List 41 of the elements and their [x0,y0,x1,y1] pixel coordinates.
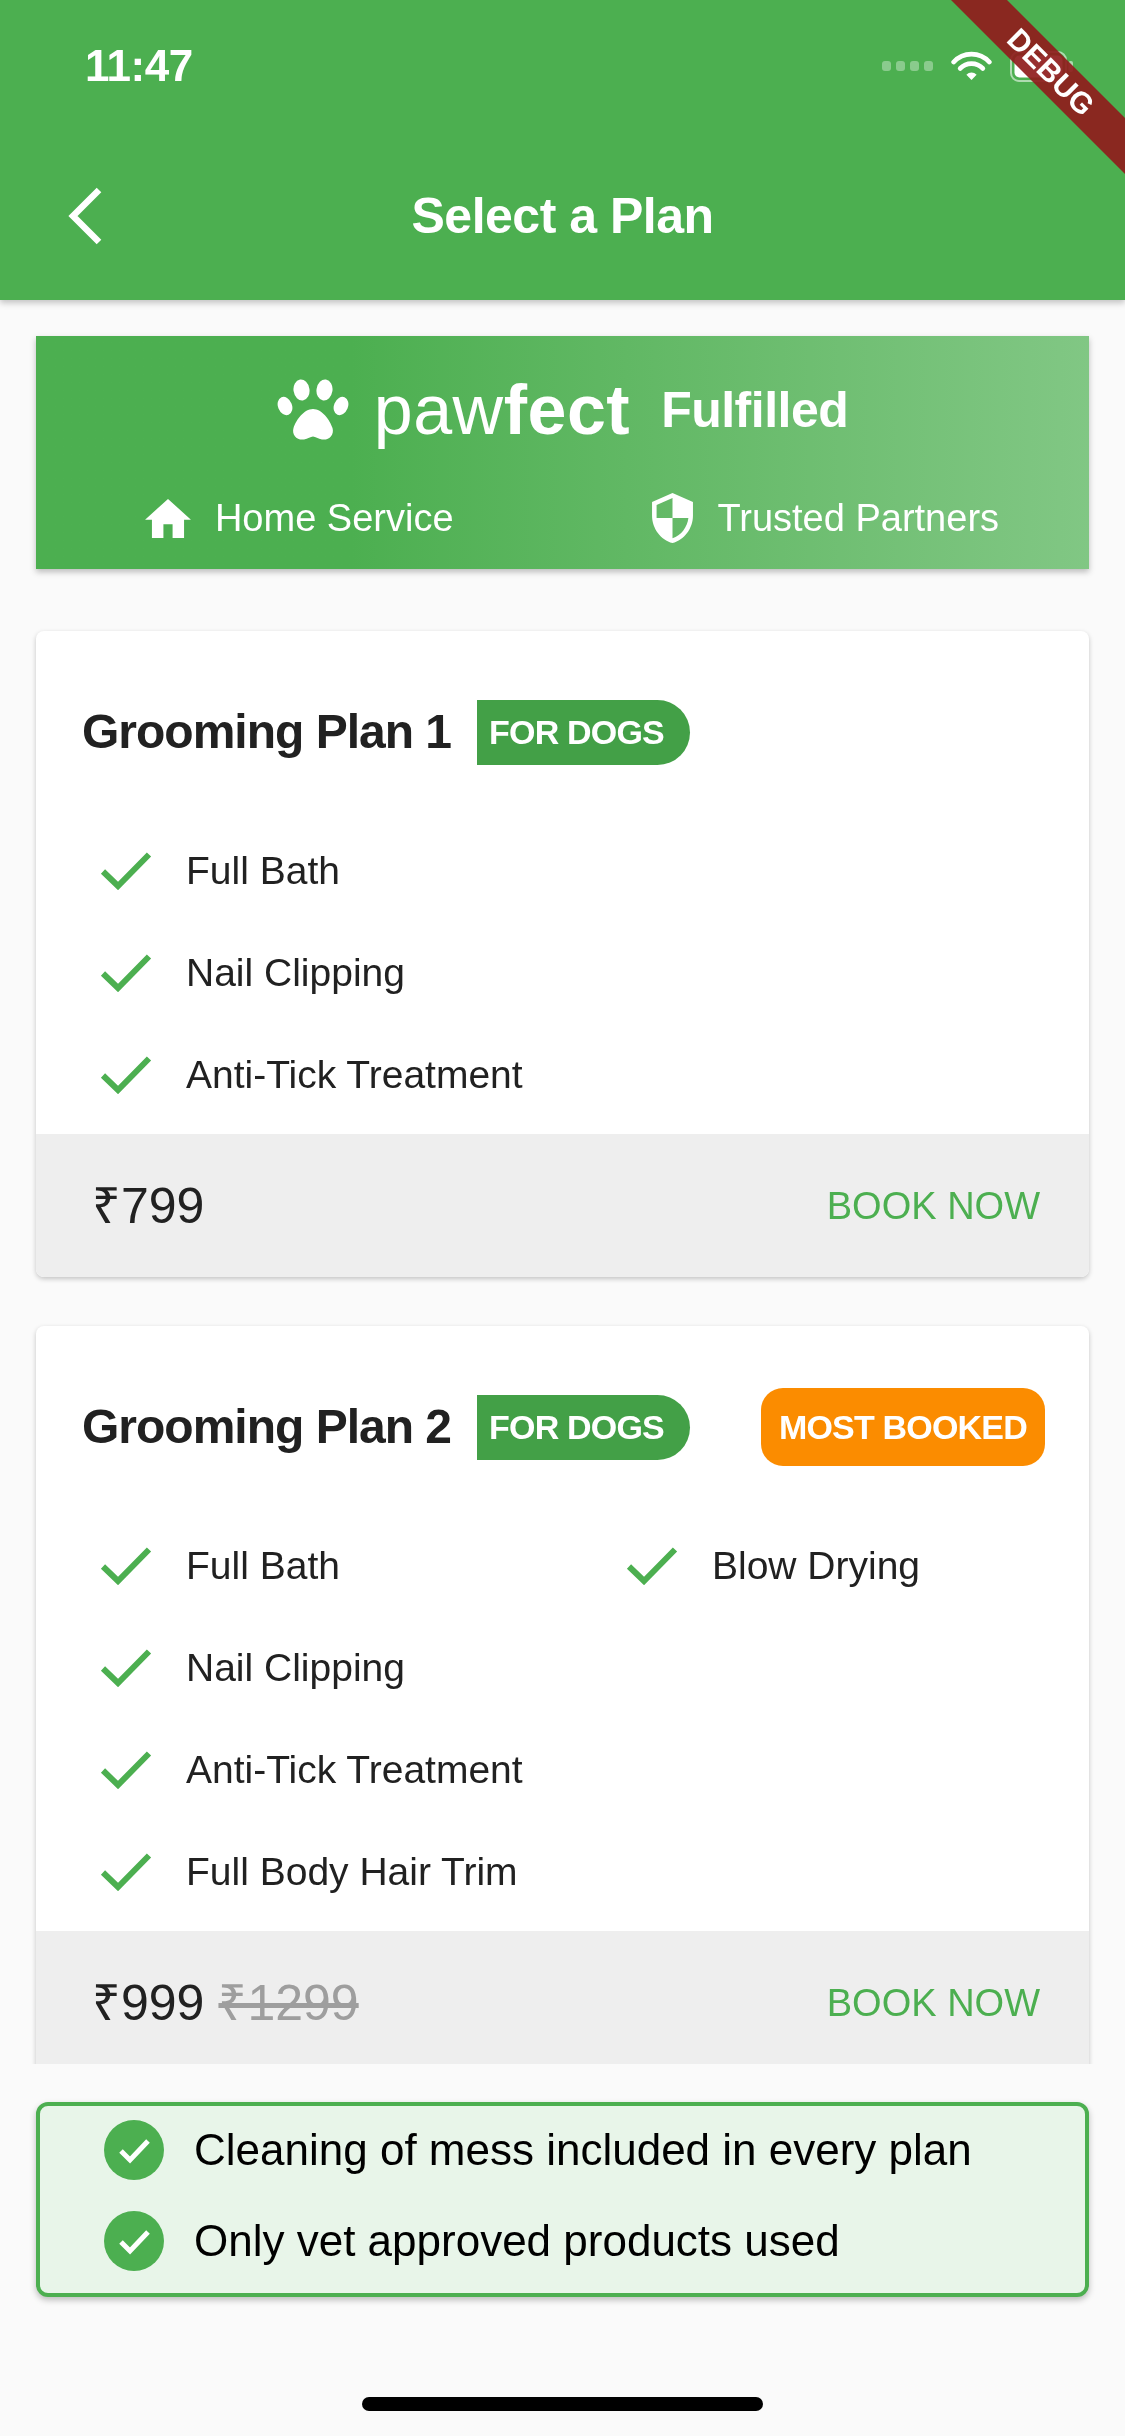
check-icon [100,1054,152,1094]
plan-title: Grooming Plan 2 [82,1403,452,1451]
back-icon[interactable] [66,187,103,245]
page-title: Select a Plan [410,191,715,241]
assurance-text: Only vet approved products used [194,2219,840,2263]
highlight-label: Trusted Partners [717,499,1000,537]
plan-title: Grooming Plan 1 [82,708,452,756]
check-circle-icon [104,2211,164,2271]
price-text: ₹799 [92,1180,205,1231]
category-tag: FOR DOGS [477,699,690,765]
category-tag: FOR DOGS [477,1394,690,1460]
check-icon [626,1545,678,1585]
feature-text: Full Bath [186,850,340,890]
cellular-signal-icon [882,61,933,71]
check-circle-icon [104,2120,164,2180]
feature-text: Nail Clipping [186,1647,405,1687]
check-icon [100,1647,152,1687]
home-icon [144,498,191,538]
feature-text: Anti-Tick Treatment [186,1054,523,1094]
book-now-button[interactable]: BOOK NOW [826,1983,1040,2022]
paw-icon [276,379,349,441]
check-icon [100,1749,152,1789]
popularity-badge: MOST BOOKED [760,1388,1045,1466]
feature-text: Anti-Tick Treatment [186,1749,523,1789]
wifi-icon [951,51,992,81]
original-price-text: ₹1299 [218,1977,359,2028]
assurance-text: Cleaning of mess included in every plan [194,2128,972,2172]
feature-text: Blow Drying [712,1545,921,1585]
tagline-text: Fulfilled [661,385,849,435]
shield-icon [652,493,694,543]
feature-text: Nail Clipping [186,952,405,992]
book-now-button[interactable]: BOOK NOW [826,1186,1040,1225]
check-icon [100,1851,152,1891]
status-time: 11:47 [85,44,193,88]
feature-text: Full Body Hair Trim [186,1851,518,1891]
check-icon [100,850,152,890]
price-text: ₹999 [92,1977,205,2028]
feature-text: Full Bath [186,1545,340,1585]
highlight-label: Home Service [214,499,454,537]
check-icon [100,1545,152,1585]
check-icon [100,952,152,992]
